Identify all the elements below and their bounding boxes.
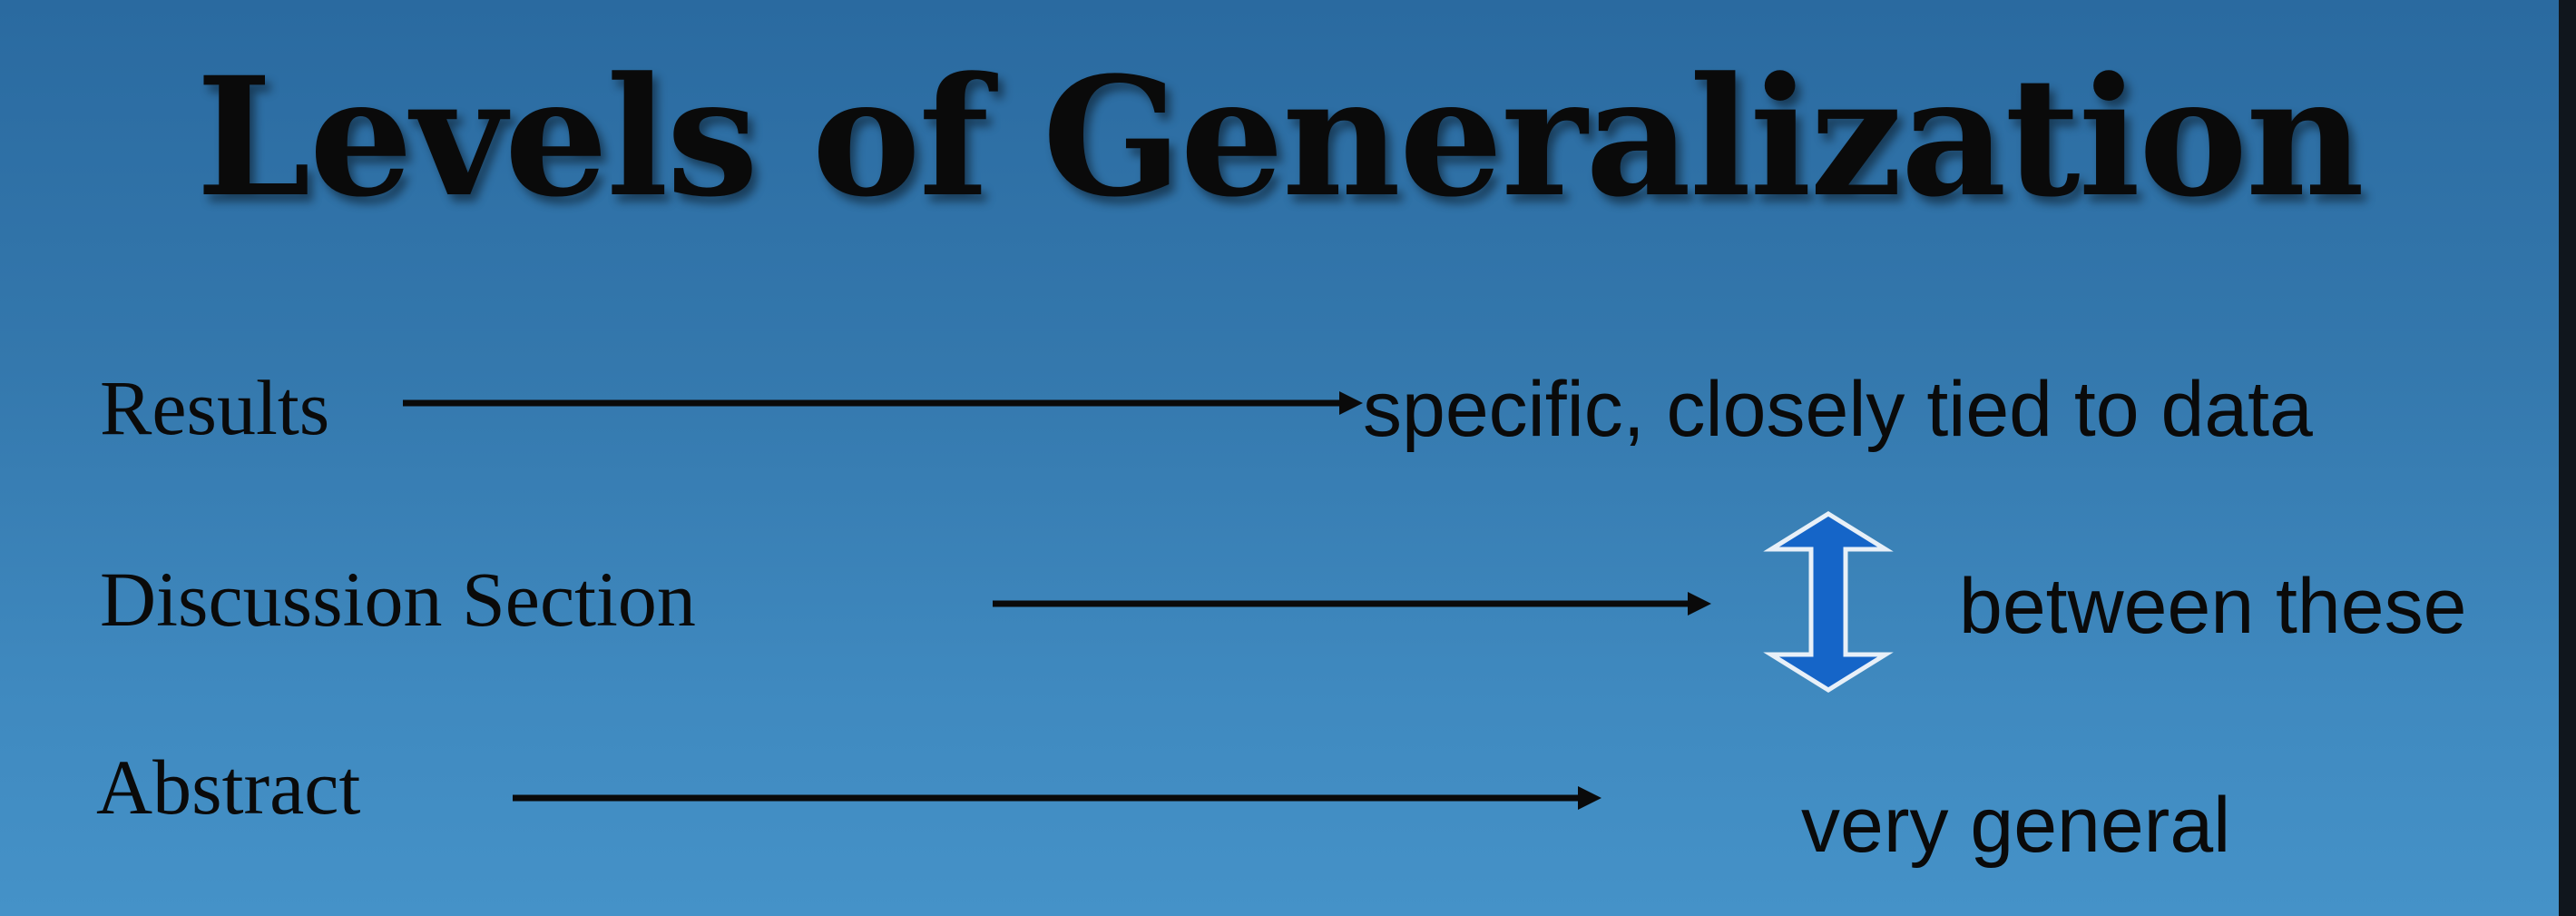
arrows-layer	[403, 391, 1894, 810]
right-arrow-icon	[993, 592, 1711, 616]
double-vertical-arrow-icon	[1763, 511, 1894, 693]
window-edge	[2559, 0, 2576, 916]
slide: Levels of Generalization Results specifi…	[0, 0, 2559, 916]
right-arrow-icon	[513, 786, 1601, 810]
right-arrow-icon	[403, 391, 1363, 415]
